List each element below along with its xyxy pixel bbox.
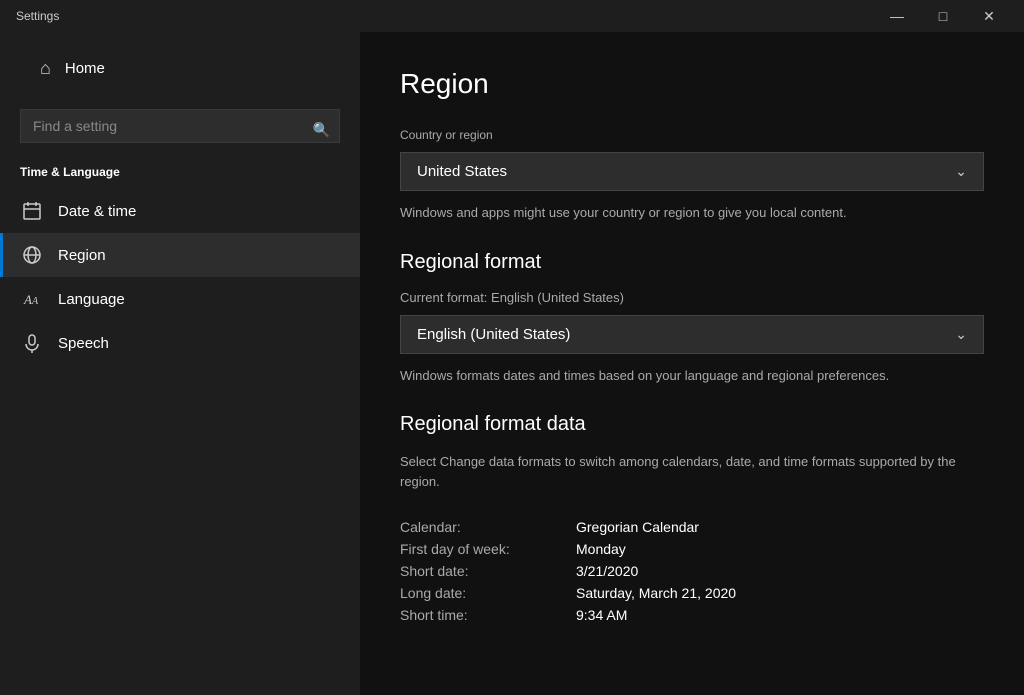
content-area: Region Country or region United States ⌄…: [360, 32, 1024, 695]
sidebar: ⌂ Home 🔍 Time & Language Date & time: [0, 32, 360, 695]
window-controls: — □ ✕: [874, 0, 1012, 32]
sidebar-header: ⌂ Home: [0, 32, 360, 101]
sidebar-section-label: Time & Language: [0, 159, 360, 185]
format-data-value: Monday: [576, 541, 984, 557]
page-title: Region: [400, 68, 984, 100]
language-label: Language: [58, 291, 125, 308]
search-container: 🔍: [0, 101, 360, 159]
country-label: Country or region: [400, 128, 984, 142]
format-data-grid: Calendar: Gregorian Calendar First day of …: [400, 519, 984, 623]
date-time-icon: [20, 201, 44, 221]
format-help-text: Windows formats dates and times based on…: [400, 366, 984, 386]
format-data-key: Short time:: [400, 607, 560, 623]
sidebar-item-date-time[interactable]: Date & time: [0, 189, 360, 233]
regional-format-data-desc: Select Change data formats to switch amo…: [400, 452, 984, 491]
title-bar: Settings — □ ✕: [0, 0, 1024, 32]
minimize-button[interactable]: —: [874, 0, 920, 32]
format-dropdown[interactable]: English (United States) ⌄: [400, 315, 984, 354]
region-icon: [20, 245, 44, 265]
format-data-value: 9:34 AM: [576, 607, 984, 623]
regional-format-data-heading: Regional format data: [400, 413, 984, 436]
country-help-text: Windows and apps might use your country …: [400, 203, 984, 223]
svg-text:A: A: [31, 296, 39, 307]
format-chevron-icon: ⌄: [955, 326, 967, 343]
country-selected: United States: [417, 163, 507, 180]
format-data-key: Calendar:: [400, 519, 560, 535]
format-data-value: Gregorian Calendar: [576, 519, 984, 535]
svg-text:A: A: [23, 292, 32, 307]
format-selected: English (United States): [417, 326, 570, 343]
country-dropdown[interactable]: United States ⌄: [400, 152, 984, 191]
format-data-value: Saturday, March 21, 2020: [576, 585, 984, 601]
current-format-label: Current format: English (United States): [400, 290, 984, 305]
format-data-value: 3/21/2020: [576, 563, 984, 579]
app-container: ⌂ Home 🔍 Time & Language Date & time: [0, 32, 1024, 695]
sidebar-item-region[interactable]: Region: [0, 233, 360, 277]
format-data-key: Short date:: [400, 563, 560, 579]
format-data-key: Long date:: [400, 585, 560, 601]
app-title: Settings: [16, 9, 59, 23]
format-data-key: First day of week:: [400, 541, 560, 557]
sidebar-item-speech[interactable]: Speech: [0, 321, 360, 365]
region-label: Region: [58, 247, 106, 264]
home-label: Home: [65, 60, 105, 77]
language-icon: A A: [20, 289, 44, 309]
speech-icon: [20, 333, 44, 353]
date-time-label: Date & time: [58, 203, 136, 220]
home-icon: ⌂: [40, 58, 51, 79]
restore-button[interactable]: □: [920, 0, 966, 32]
sidebar-item-language[interactable]: A A Language: [0, 277, 360, 321]
sidebar-item-home[interactable]: ⌂ Home: [20, 48, 340, 89]
speech-label: Speech: [58, 335, 109, 352]
search-input[interactable]: [20, 109, 340, 143]
chevron-down-icon: ⌄: [955, 163, 967, 180]
regional-format-heading: Regional format: [400, 251, 984, 274]
close-button[interactable]: ✕: [966, 0, 1012, 32]
